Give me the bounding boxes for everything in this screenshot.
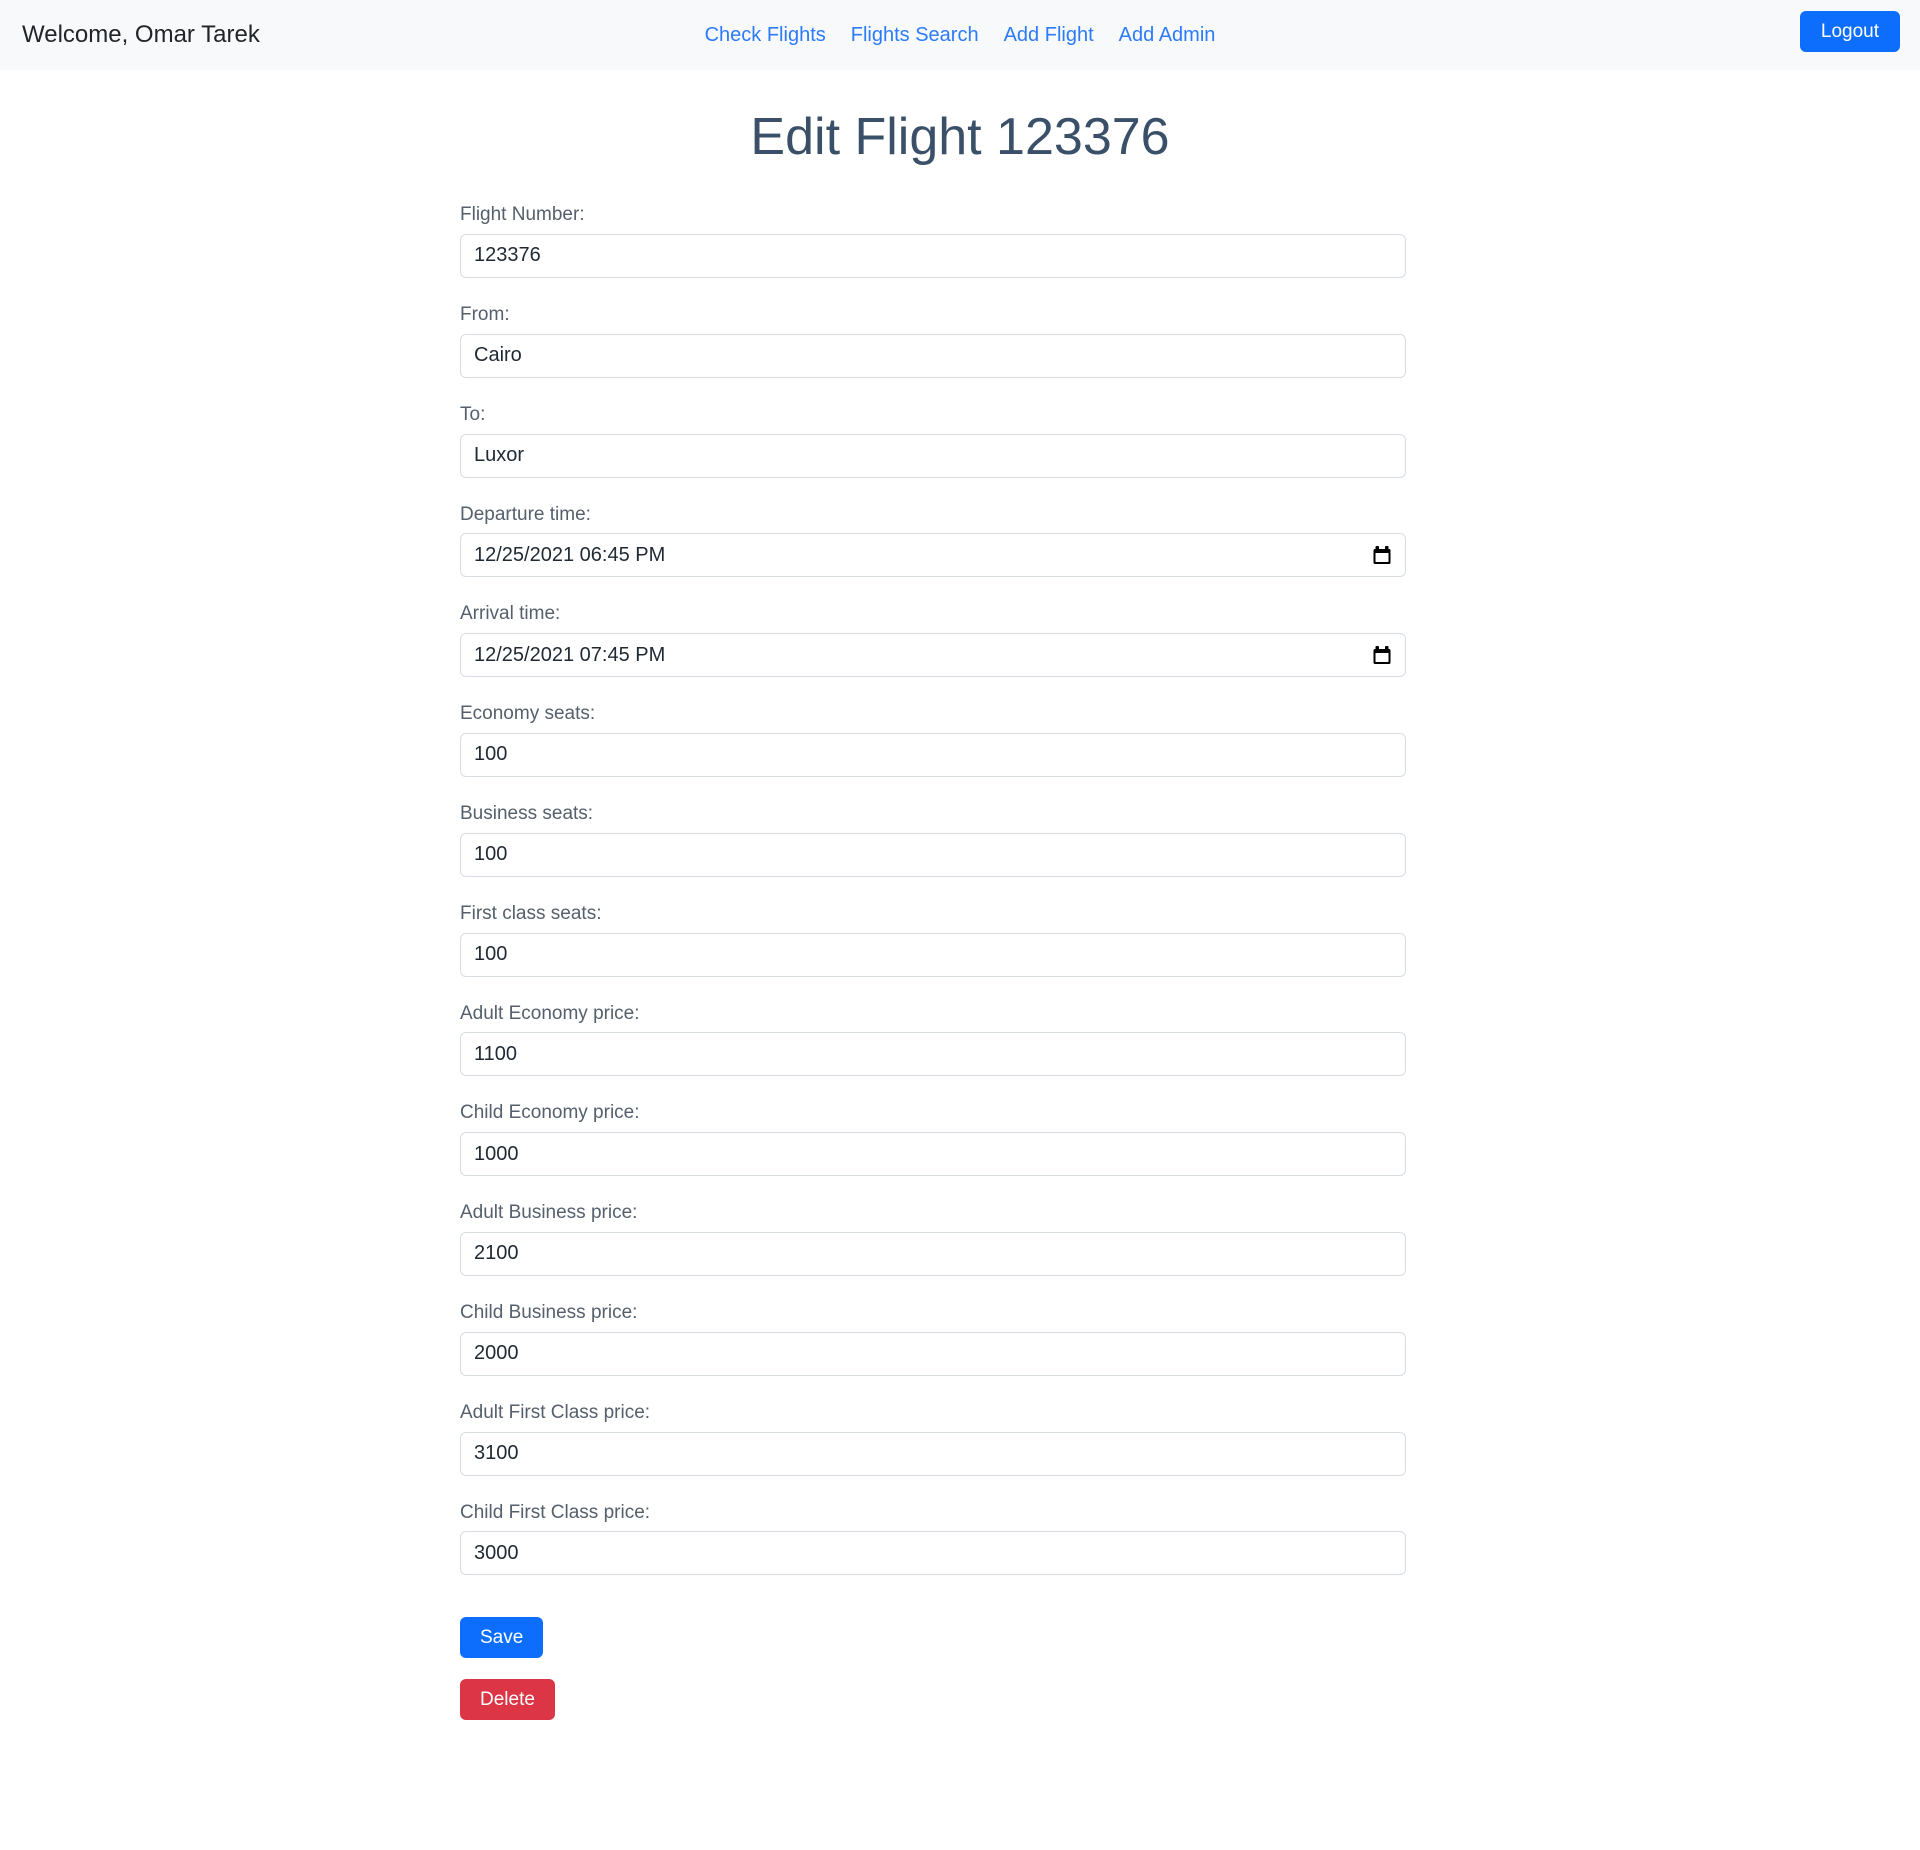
input-adult-business-price[interactable] [460,1231,1406,1276]
field-to: To: [460,404,1406,478]
input-shell-business-seats [460,832,1406,877]
input-arrival-time[interactable] [460,633,1406,678]
welcome-text: Welcome, Omar Tarek [22,21,260,48]
field-departure-time: Departure time: [460,504,1406,578]
save-button[interactable]: Save [460,1617,544,1659]
input-shell-economy-seats [460,732,1406,777]
nav-link-add-admin[interactable]: Add Admin [1119,25,1216,45]
nav-link-flights-search[interactable]: Flights Search [851,25,979,45]
input-child-business-price[interactable] [460,1331,1406,1376]
label-business-seats: Business seats: [460,802,594,824]
logout-button[interactable]: Logout [1799,11,1900,52]
field-adult-first-class-price: Adult First Class price: [460,1402,1406,1476]
input-child-first-class-price[interactable] [460,1531,1406,1576]
input-shell-adult-business-price [460,1231,1406,1276]
calendar-picker-icon[interactable] [1372,545,1392,565]
input-business-seats[interactable] [460,832,1406,877]
calendar-picker-icon[interactable] [1372,645,1392,665]
top-navbar: Welcome, Omar Tarek Check Flights Flight… [0,0,1920,70]
label-adult-business-price: Adult Business price: [460,1202,638,1224]
label-first-class-seats: First class seats: [460,902,602,924]
field-arrival-time: Arrival time: [460,603,1406,678]
bottom-spacer [460,1741,1406,1781]
label-economy-seats: Economy seats: [460,703,596,725]
input-shell-child-economy-price [460,1132,1406,1177]
input-shell-child-business-price [460,1331,1406,1376]
label-arrival-time: Arrival time: [460,603,561,625]
label-flight-number: Flight Number: [460,204,585,226]
input-adult-economy-price[interactable] [460,1032,1406,1077]
input-shell-flight-number [460,233,1406,278]
field-child-business-price: Child Business price: [460,1302,1406,1376]
field-first-class-seats: First class seats: [460,903,1406,977]
input-economy-seats[interactable] [460,732,1406,777]
input-shell-adult-first-class-price [460,1431,1406,1476]
delete-row: Delete [460,1679,1406,1721]
nav-link-add-flight[interactable]: Add Flight [1004,25,1094,45]
input-adult-first-class-price[interactable] [460,1431,1406,1476]
nav-link-check-flights[interactable]: Check Flights [705,25,826,45]
input-child-economy-price[interactable] [460,1132,1406,1177]
edit-flight-form: Flight Number: From: To: Departure time: [460,166,1406,1781]
field-adult-business-price: Adult Business price: [460,1202,1406,1276]
input-to[interactable] [460,433,1406,478]
input-from[interactable] [460,333,1406,378]
input-shell-to [460,433,1406,478]
page-title: Edit Flight 123376 [750,108,1170,166]
label-child-business-price: Child Business price: [460,1301,638,1323]
input-shell-first-class-seats [460,932,1406,977]
delete-button[interactable]: Delete [460,1679,555,1721]
input-departure-time[interactable] [460,533,1406,578]
input-shell-arrival-time [460,633,1406,678]
label-to: To: [460,403,486,425]
input-flight-number[interactable] [460,233,1406,278]
field-economy-seats: Economy seats: [460,703,1406,777]
field-child-first-class-price: Child First Class price: [460,1502,1406,1576]
field-from: From: [460,304,1406,378]
field-adult-economy-price: Adult Economy price: [460,1003,1406,1077]
label-from: From: [460,303,510,325]
label-child-economy-price: Child Economy price: [460,1102,640,1124]
input-shell-departure-time [460,533,1406,578]
form-actions: Save Delete [460,1601,1406,1721]
label-adult-first-class-price: Adult First Class price: [460,1401,651,1423]
field-business-seats: Business seats: [460,803,1406,877]
label-departure-time: Departure time: [460,503,591,525]
input-shell-adult-economy-price [460,1032,1406,1077]
save-row: Save [460,1617,1406,1659]
input-shell-from [460,333,1406,378]
field-flight-number: Flight Number: [460,204,1406,278]
field-child-economy-price: Child Economy price: [460,1102,1406,1177]
input-shell-child-first-class-price [460,1531,1406,1576]
main-navigation: Check Flights Flights Search Add Flight … [0,0,1920,70]
input-first-class-seats[interactable] [460,932,1406,977]
label-child-first-class-price: Child First Class price: [460,1501,651,1523]
label-adult-economy-price: Adult Economy price: [460,1002,640,1024]
